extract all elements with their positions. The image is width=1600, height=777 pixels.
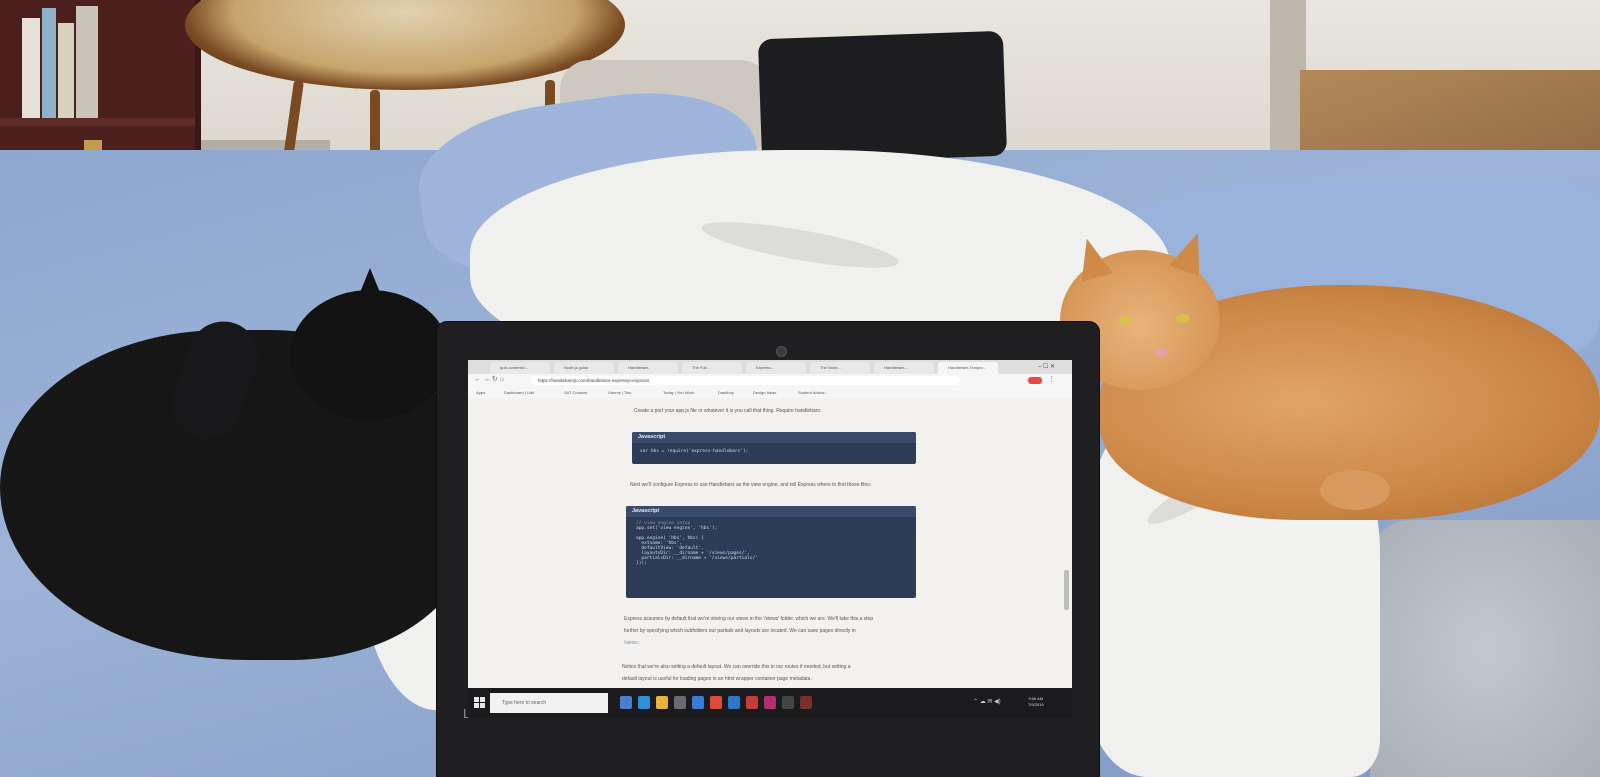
paragraph: Notice that we're also setting a default… xyxy=(622,664,851,670)
windows-taskbar: Type here to search ⌃ ☁ ✉ ◀) 9:06 AM 7/9… xyxy=(468,688,1072,718)
browser-tab[interactable]: Handlebars xyxy=(618,362,678,374)
code-lines: // view engine setup app.set('view engin… xyxy=(626,517,916,570)
browser-tab[interactable]: Handlebars... xyxy=(874,362,934,374)
nav-back-forward-icon[interactable]: ← → ↻ ⌂ xyxy=(474,375,504,383)
browser-tab[interactable]: The Node... xyxy=(810,362,870,374)
windows-start-icon[interactable] xyxy=(474,697,486,709)
paragraph: Next we'll configure Express to use Hand… xyxy=(630,482,872,488)
orange-cat-eye xyxy=(1118,316,1132,325)
webcam xyxy=(776,346,787,357)
task-view-icon[interactable] xyxy=(620,696,632,709)
photo-scene: Lenovo quiz-contents/... Node.js guide H… xyxy=(0,0,1600,777)
bookmark-item[interactable]: Design Ideas xyxy=(753,388,776,397)
paragraph: Create a port your app.js file or whatev… xyxy=(634,408,822,414)
orange-cat-nose xyxy=(1154,348,1168,357)
browser-tab[interactable]: The Full... xyxy=(682,362,742,374)
store-icon[interactable] xyxy=(674,696,686,709)
bookmark-item[interactable]: Apps xyxy=(476,388,485,397)
bookmark-item[interactable]: Today | Yon Work xyxy=(663,388,694,397)
code-block: Javascript // view engine setup app.set(… xyxy=(626,506,916,598)
paragraph: Express assumes by default that we're st… xyxy=(624,616,874,622)
profile-badge[interactable] xyxy=(1028,377,1042,384)
white-duvet xyxy=(520,175,720,265)
taskbar-search-input[interactable]: Type here to search xyxy=(490,693,608,713)
grey-blanket xyxy=(1370,520,1600,777)
address-bar-row: ← → ↻ ⌂ https://handlebarsjs.com/handleb… xyxy=(468,374,1072,388)
paragraph: /views. xyxy=(624,640,640,646)
browser-tab[interactable]: Express... xyxy=(746,362,806,374)
paragraph: default layout is useful for loading pag… xyxy=(622,676,812,682)
black-cat-ear xyxy=(352,268,388,312)
browser-tab[interactable]: quiz-contents/... xyxy=(490,362,550,374)
browser-tab-active[interactable]: Handlebars Tempor... xyxy=(938,362,998,374)
app-icon[interactable] xyxy=(764,696,776,709)
vscode-icon[interactable] xyxy=(728,696,740,709)
taskbar-clock[interactable]: 9:06 AM 7/9/2019 xyxy=(1028,696,1044,708)
window-controls[interactable]: – ☐ ✕ xyxy=(1038,363,1055,370)
scrollbar-thumb[interactable] xyxy=(1064,570,1069,610)
app-icon[interactable] xyxy=(782,696,794,709)
code-line: var hbs = require('express-handlebars'); xyxy=(640,449,749,454)
code-line: })); xyxy=(636,561,647,566)
orange-cat-paw xyxy=(1320,470,1390,510)
edge-icon[interactable] xyxy=(638,696,650,709)
browser-tab-strip: quiz-contents/... Node.js guide Handleba… xyxy=(468,360,1072,374)
file-explorer-icon[interactable] xyxy=(656,696,668,709)
code-block-title: Javascript xyxy=(632,432,916,443)
browser-tab[interactable]: Node.js guide xyxy=(554,362,614,374)
books-top xyxy=(22,0,107,118)
system-tray-icon[interactable]: ⌃ ☁ ✉ ◀) xyxy=(973,698,1001,705)
url-field[interactable]: https://handlebarsjs.com/handlebars-expr… xyxy=(530,376,960,385)
bookmark-item[interactable]: Dashboard | Udd xyxy=(504,388,534,397)
bookmark-item[interactable]: SAT Courses xyxy=(564,388,587,397)
bookmark-item[interactable]: Dashboy xyxy=(718,388,734,397)
laptop-screen: quiz-contents/... Node.js guide Handleba… xyxy=(468,360,1072,718)
mail-icon[interactable] xyxy=(692,696,704,709)
shelf-board xyxy=(0,118,195,126)
page-content: Create a port your app.js file or whatev… xyxy=(468,398,1072,688)
orange-cat-eye xyxy=(1176,314,1190,323)
clock-date: 7/9/2019 xyxy=(1028,702,1044,707)
code-block: Javascript var hbs = require('express-ha… xyxy=(632,432,916,464)
menu-icon[interactable]: ⋮ xyxy=(1048,375,1055,383)
bookmark-item[interactable]: Udemy | Tiny xyxy=(608,388,631,397)
paragraph: further by specifying which subfolders o… xyxy=(624,628,856,634)
black-pillow xyxy=(757,30,1008,165)
chrome-icon[interactable] xyxy=(710,696,722,709)
app-icon[interactable] xyxy=(746,696,758,709)
bookmark-item[interactable]: Student Advice... xyxy=(798,388,828,397)
code-block-title: Javascript xyxy=(626,506,916,517)
app-icon[interactable] xyxy=(800,696,812,709)
